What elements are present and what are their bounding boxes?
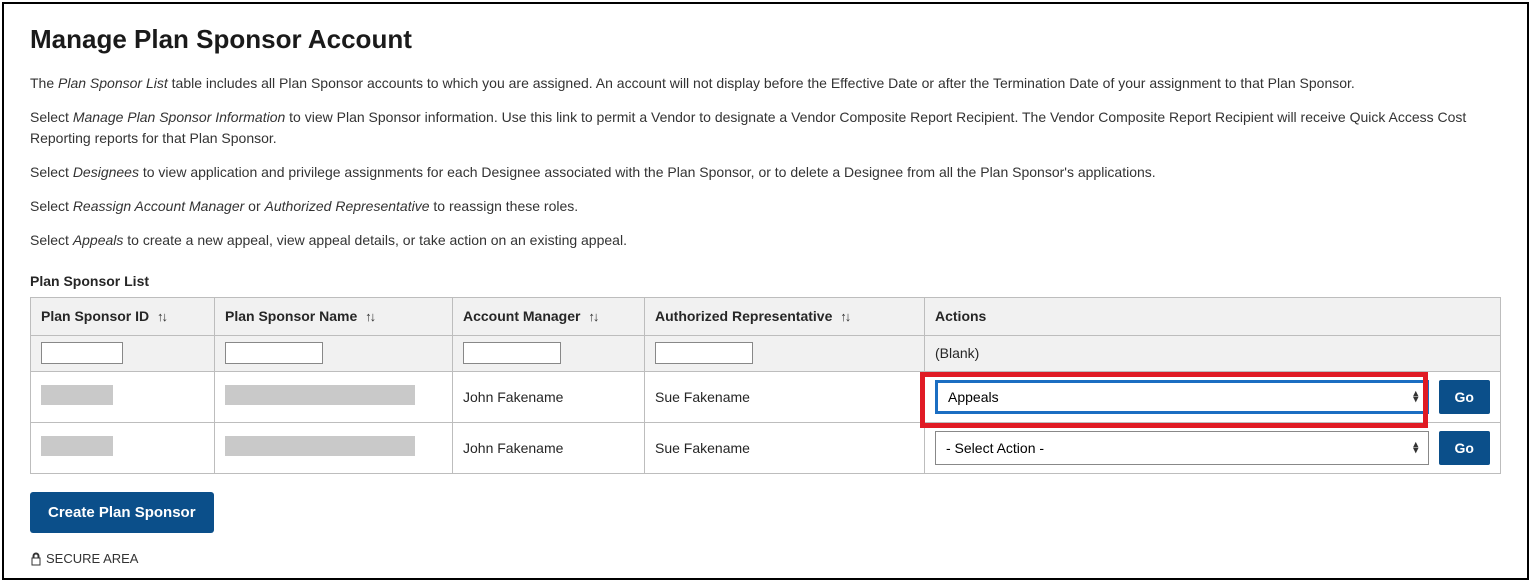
page-container: Manage Plan Sponsor Account The Plan Spo…	[2, 2, 1529, 580]
filter-input-manager[interactable]	[463, 342, 561, 364]
sort-icon: ↑↓	[840, 309, 849, 324]
redacted-value	[225, 436, 415, 456]
intro-paragraph-5: Select Appeals to create a new appeal, v…	[30, 230, 1501, 250]
lock-icon	[30, 552, 42, 564]
filter-actions-cell: (Blank)	[925, 335, 1501, 371]
sort-icon: ↑↓	[588, 309, 597, 324]
plan-sponsor-table: Plan Sponsor ID ↑↓ Plan Sponsor Name ↑↓ …	[30, 297, 1501, 474]
table-row: John Fakename Sue Fakename - Select Acti…	[31, 422, 1501, 473]
col-header-id[interactable]: Plan Sponsor ID ↑↓	[31, 297, 215, 335]
sort-icon: ↑↓	[157, 309, 166, 324]
action-select[interactable]: Appeals	[935, 380, 1429, 414]
table-row: John Fakename Sue Fakename Appeals ▴▾ Go	[31, 371, 1501, 422]
filter-input-name[interactable]	[225, 342, 323, 364]
page-title: Manage Plan Sponsor Account	[30, 24, 1501, 55]
col-header-manager[interactable]: Account Manager ↑↓	[453, 297, 645, 335]
col-header-rep[interactable]: Authorized Representative ↑↓	[645, 297, 925, 335]
intro-paragraph-2: Select Manage Plan Sponsor Information t…	[30, 107, 1501, 148]
intro-paragraph-4: Select Reassign Account Manager or Autho…	[30, 196, 1501, 216]
intro-paragraph-1: The Plan Sponsor List table includes all…	[30, 73, 1501, 93]
intro-paragraph-3: Select Designees to view application and…	[30, 162, 1501, 182]
table-label: Plan Sponsor List	[30, 273, 1501, 289]
filter-input-id[interactable]	[41, 342, 123, 364]
go-button[interactable]: Go	[1439, 380, 1490, 414]
sort-icon: ↑↓	[365, 309, 374, 324]
redacted-value	[225, 385, 415, 405]
cell-manager: John Fakename	[453, 422, 645, 473]
secure-area-label: SECURE AREA	[30, 551, 1501, 566]
cell-rep: Sue Fakename	[645, 371, 925, 422]
redacted-value	[41, 385, 113, 405]
col-header-actions: Actions	[925, 297, 1501, 335]
cell-manager: John Fakename	[453, 371, 645, 422]
create-plan-sponsor-button[interactable]: Create Plan Sponsor	[30, 492, 214, 533]
go-button[interactable]: Go	[1439, 431, 1490, 465]
redacted-value	[41, 436, 113, 456]
filter-input-rep[interactable]	[655, 342, 753, 364]
action-select[interactable]: - Select Action -	[935, 431, 1429, 465]
cell-rep: Sue Fakename	[645, 422, 925, 473]
col-header-name[interactable]: Plan Sponsor Name ↑↓	[215, 297, 453, 335]
